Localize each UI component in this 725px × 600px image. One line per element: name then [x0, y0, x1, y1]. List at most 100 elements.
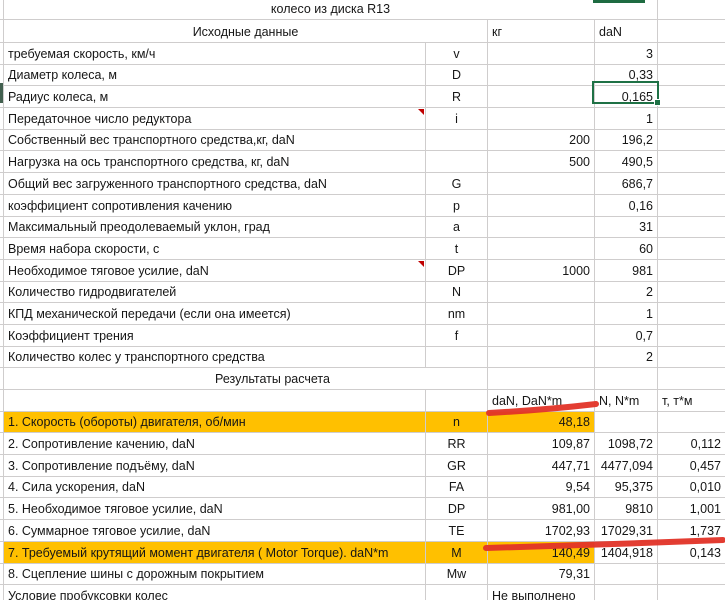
value-cell-c[interactable]: Не выполнено — [488, 585, 595, 600]
variable-cell[interactable]: RR — [426, 433, 488, 454]
value-cell-e[interactable] — [658, 564, 725, 585]
value-cell-e[interactable] — [658, 151, 725, 172]
col-header-cell[interactable]: N, N*m — [595, 390, 658, 411]
variable-cell[interactable]: n — [426, 412, 488, 433]
label-cell[interactable]: Собственный вес транспортного средства,к… — [4, 130, 426, 151]
label-cell[interactable]: Необходимое тяговое усилие, daN — [4, 260, 426, 281]
value-cell-d[interactable]: 60 — [595, 238, 658, 259]
variable-cell[interactable]: FA — [426, 477, 488, 498]
label-cell[interactable]: 3. Сопротивление подъёму, daN — [4, 455, 426, 476]
value-cell-e[interactable] — [658, 43, 725, 64]
variable-cell[interactable]: i — [426, 108, 488, 129]
value-cell-d[interactable]: 1 — [595, 108, 658, 129]
value-cell-d[interactable]: 0,7 — [595, 325, 658, 346]
variable-cell[interactable] — [426, 130, 488, 151]
label-cell[interactable]: Количество гидродвигателей — [4, 282, 426, 303]
value-cell-d[interactable]: 0,165 — [595, 86, 658, 107]
value-cell-c[interactable] — [488, 325, 595, 346]
value-cell-e[interactable] — [658, 217, 725, 238]
label-cell[interactable]: 5. Необходимое тяговое усилие, daN — [4, 498, 426, 519]
label-cell[interactable]: Условие пробуксовки колес — [4, 585, 426, 600]
sheet-title-cell[interactable]: колесо из диска R13 — [4, 0, 658, 19]
value-cell-e[interactable] — [658, 347, 725, 368]
value-cell-d[interactable]: 4477,094 — [595, 455, 658, 476]
label-cell[interactable]: Количество колес у транспортного средств… — [4, 347, 426, 368]
col-header-cell[interactable]: т, т*м — [658, 390, 725, 411]
value-cell-c[interactable]: 9,54 — [488, 477, 595, 498]
value-cell-d[interactable]: 0,33 — [595, 65, 658, 86]
label-cell[interactable]: 8. Сцепление шины с дорожным покрытием — [4, 564, 426, 585]
value-cell-d[interactable]: 196,2 — [595, 130, 658, 151]
empty-cell[interactable] — [658, 368, 725, 389]
empty-cell[interactable] — [426, 390, 488, 411]
value-cell-d[interactable]: 95,375 — [595, 477, 658, 498]
value-cell-e[interactable] — [658, 325, 725, 346]
label-cell[interactable]: Радиус колеса, м — [4, 86, 426, 107]
value-cell-e[interactable] — [658, 195, 725, 216]
value-cell-e[interactable]: 0,457 — [658, 455, 725, 476]
value-cell-d[interactable] — [595, 412, 658, 433]
label-cell[interactable]: 7. Требуемый крутящий момент двигателя (… — [4, 542, 426, 563]
empty-cell[interactable] — [4, 390, 426, 411]
value-cell-e[interactable] — [658, 65, 725, 86]
label-cell[interactable]: КПД механической передачи (если она имее… — [4, 303, 426, 324]
value-cell-d[interactable]: 981 — [595, 260, 658, 281]
variable-cell[interactable]: a — [426, 217, 488, 238]
value-cell-c[interactable]: 48,18 — [488, 412, 595, 433]
value-cell-c[interactable] — [488, 195, 595, 216]
value-cell-c[interactable]: 109,87 — [488, 433, 595, 454]
value-cell-e[interactable]: 1,737 — [658, 520, 725, 541]
value-cell-c[interactable] — [488, 282, 595, 303]
variable-cell[interactable]: G — [426, 173, 488, 194]
value-cell-d[interactable] — [595, 564, 658, 585]
value-cell-d[interactable] — [595, 585, 658, 600]
value-cell-d[interactable]: 2 — [595, 282, 658, 303]
col-header-dan-cell[interactable]: daN — [595, 20, 658, 42]
value-cell-c[interactable] — [488, 108, 595, 129]
label-cell[interactable]: коэффициент сопротивления качению — [4, 195, 426, 216]
label-cell[interactable]: Общий вес загруженного транспортного сре… — [4, 173, 426, 194]
section-header-cell[interactable]: Исходные данные — [4, 20, 488, 42]
value-cell-d[interactable]: 0,16 — [595, 195, 658, 216]
label-cell[interactable]: Нагрузка на ось транспортного средства, … — [4, 151, 426, 172]
value-cell-c[interactable]: 447,71 — [488, 455, 595, 476]
empty-cell[interactable] — [658, 20, 725, 42]
variable-cell[interactable] — [426, 585, 488, 600]
value-cell-e[interactable] — [658, 130, 725, 151]
value-cell-e[interactable] — [658, 108, 725, 129]
value-cell-c[interactable]: 140,49 — [488, 542, 595, 563]
value-cell-c[interactable] — [488, 86, 595, 107]
value-cell-e[interactable] — [658, 303, 725, 324]
variable-cell[interactable]: Mw — [426, 564, 488, 585]
value-cell-d[interactable]: 1404,918 — [595, 542, 658, 563]
variable-cell[interactable]: DP — [426, 260, 488, 281]
value-cell-d[interactable]: 31 — [595, 217, 658, 238]
label-cell[interactable]: 4. Сила ускорения, daN — [4, 477, 426, 498]
value-cell-e[interactable]: 0,010 — [658, 477, 725, 498]
variable-cell[interactable] — [426, 347, 488, 368]
value-cell-c[interactable] — [488, 65, 595, 86]
value-cell-c[interactable] — [488, 238, 595, 259]
value-cell-e[interactable] — [658, 260, 725, 281]
label-cell[interactable]: 1. Скорость (обороты) двигателя, об/мин — [4, 412, 426, 433]
label-cell[interactable]: Передаточное число редуктора — [4, 108, 426, 129]
value-cell-c[interactable] — [488, 303, 595, 324]
value-cell-d[interactable]: 1098,72 — [595, 433, 658, 454]
value-cell-d[interactable]: 9810 — [595, 498, 658, 519]
value-cell-e[interactable] — [658, 412, 725, 433]
empty-cell[interactable] — [595, 368, 658, 389]
variable-cell[interactable]: M — [426, 542, 488, 563]
value-cell-e[interactable] — [658, 282, 725, 303]
label-cell[interactable]: Диаметр колеса, м — [4, 65, 426, 86]
empty-cell[interactable] — [488, 368, 595, 389]
value-cell-e[interactable] — [658, 173, 725, 194]
variable-cell[interactable]: t — [426, 238, 488, 259]
value-cell-d[interactable]: 490,5 — [595, 151, 658, 172]
variable-cell[interactable]: GR — [426, 455, 488, 476]
value-cell-c[interactable]: 1000 — [488, 260, 595, 281]
variable-cell[interactable]: R — [426, 86, 488, 107]
value-cell-d[interactable]: 3 — [595, 43, 658, 64]
value-cell-c[interactable] — [488, 43, 595, 64]
variable-cell[interactable]: p — [426, 195, 488, 216]
label-cell[interactable]: Коэффициент трения — [4, 325, 426, 346]
